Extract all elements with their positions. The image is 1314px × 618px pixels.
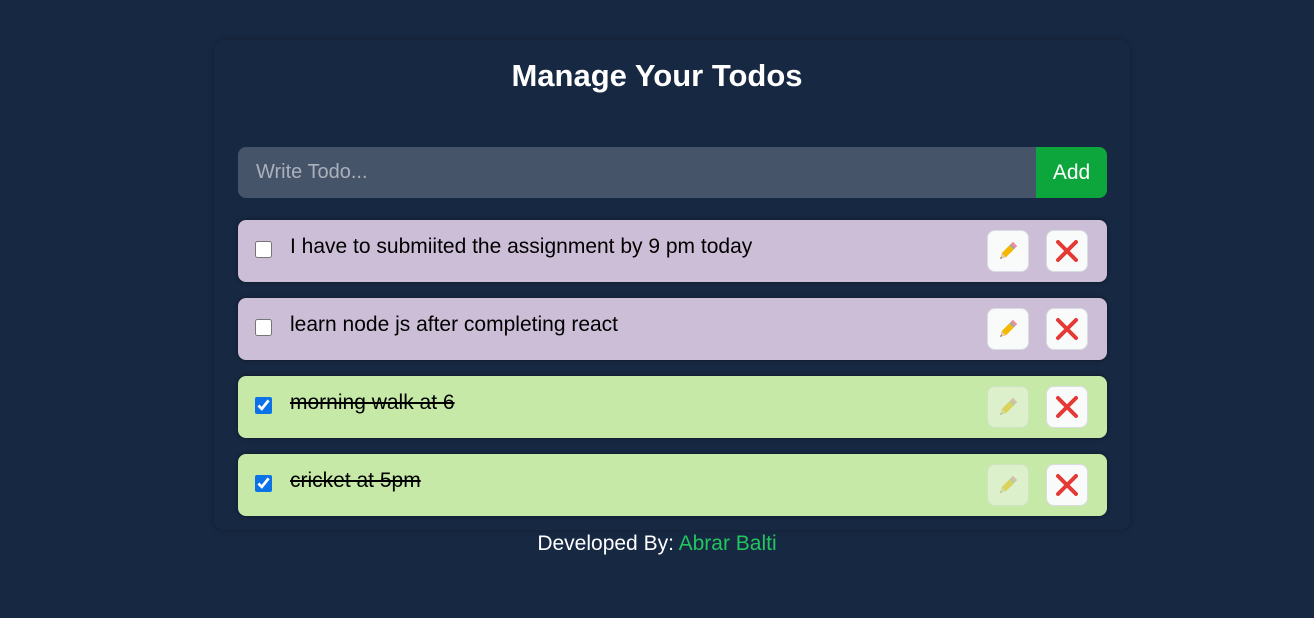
todo-text: I have to submiited the assignment by 9 … [290,235,753,258]
todo-checkbox[interactable] [255,397,272,414]
page-title: Manage Your Todos [511,58,803,93]
delete-button[interactable] [1046,230,1088,272]
todo-text: cricket at 5pm [290,469,421,492]
pencil-icon [996,395,1020,419]
delete-button[interactable] [1046,386,1088,428]
edit-button[interactable] [987,308,1029,350]
delete-button[interactable] [1046,308,1088,350]
edit-button[interactable] [987,386,1029,428]
todo-text: learn node js after completing react [290,313,619,336]
edit-button[interactable] [987,230,1029,272]
todo-item: learn node js after completing react [238,298,1107,360]
footer: Developed By: Abrar Balti [0,531,1314,557]
todo-checkbox[interactable] [255,475,272,492]
edit-button[interactable] [987,464,1029,506]
cross-mark-icon [1055,395,1079,419]
todo-input[interactable] [238,147,1036,198]
pencil-icon [996,239,1020,263]
todo-text: morning walk at 6 [290,391,455,414]
todo-item: I have to submiited the assignment by 9 … [238,220,1107,282]
todo-item: cricket at 5pm [238,454,1107,516]
author-link[interactable]: Abrar Balti [679,532,777,555]
todo-form: Add [238,147,1107,198]
pencil-icon [996,317,1020,341]
todo-checkbox[interactable] [255,319,272,336]
pencil-icon [996,473,1020,497]
footer-prefix: Developed By: [537,532,674,555]
todo-item: morning walk at 6 [238,376,1107,438]
delete-button[interactable] [1046,464,1088,506]
cross-mark-icon [1055,473,1079,497]
todo-checkbox[interactable] [255,241,272,258]
add-button[interactable]: Add [1036,147,1107,198]
cross-mark-icon [1055,239,1079,263]
cross-mark-icon [1055,317,1079,341]
